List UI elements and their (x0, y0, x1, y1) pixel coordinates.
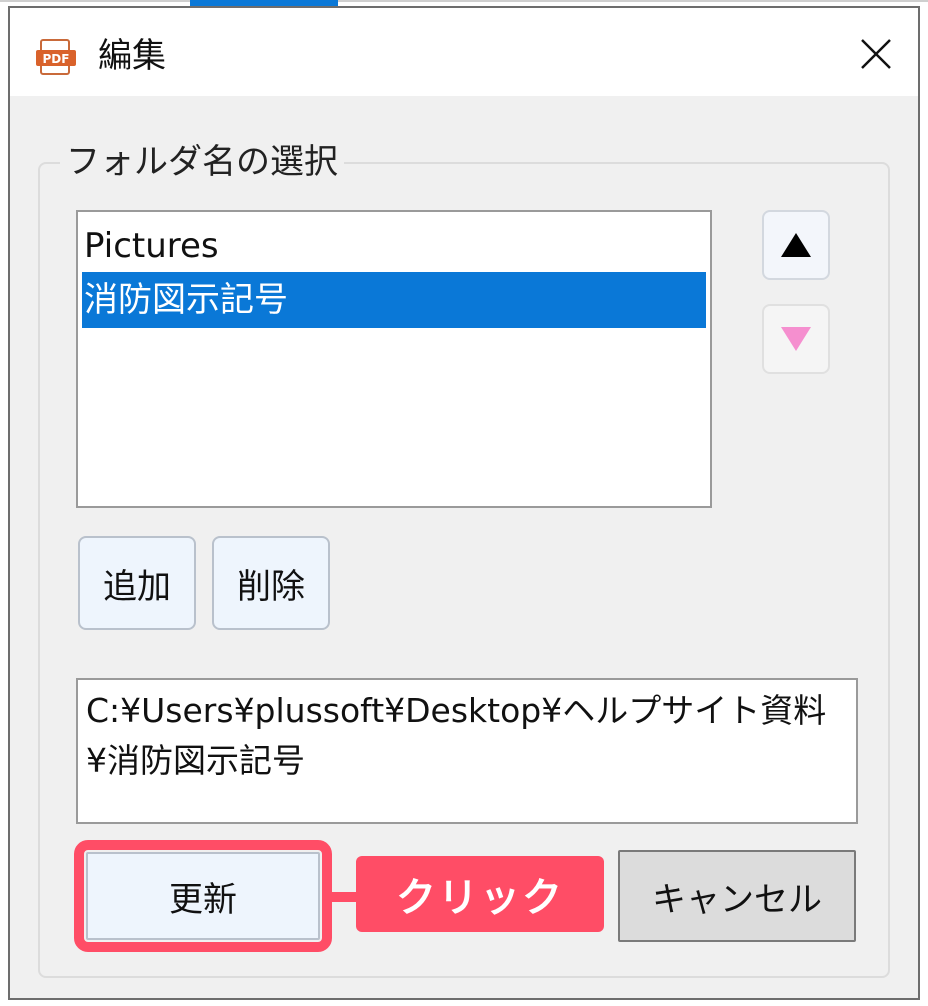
click-callout-label: クリック (356, 856, 604, 932)
svg-text:PDF: PDF (43, 52, 70, 66)
add-button[interactable]: 追加 (78, 536, 196, 630)
folder-path-textbox[interactable]: C:¥Users¥plussoft¥Desktop¥ヘルプサイト資料¥消防図示記… (76, 678, 858, 824)
dialog-client-area: フォルダ名の選択 Pictures 消防図示記号 追加 削除 C:¥Users¥… (10, 96, 918, 998)
move-up-button[interactable] (762, 210, 830, 280)
move-down-button[interactable] (762, 304, 830, 374)
click-highlight-frame (74, 840, 332, 952)
folder-select-legend: フォルダ名の選択 (60, 136, 344, 188)
background-line (0, 0, 928, 2)
triangle-down-icon (781, 327, 811, 351)
window-title: 編集 (98, 36, 166, 76)
list-item-selected[interactable]: 消防図示記号 (82, 272, 706, 328)
pdf-app-icon: PDF (36, 38, 76, 78)
edit-dialog: PDF 編集 フォルダ名の選択 Pictures 消防図示記号 追加 削除 C:… (8, 6, 920, 1000)
title-bar: PDF 編集 (10, 8, 918, 96)
delete-button[interactable]: 削除 (212, 536, 330, 630)
cancel-button[interactable]: キャンセル (618, 850, 856, 942)
close-button[interactable] (848, 26, 904, 82)
triangle-up-icon (781, 233, 811, 257)
folder-listbox[interactable]: Pictures 消防図示記号 (76, 210, 712, 508)
list-item[interactable]: Pictures (82, 218, 706, 274)
close-icon (861, 39, 891, 69)
